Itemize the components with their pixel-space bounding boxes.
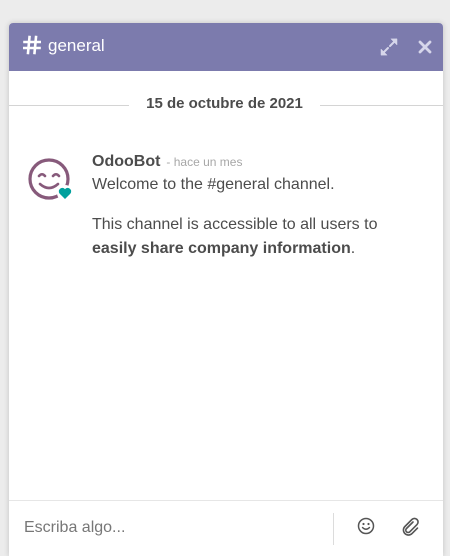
message-paragraph: This channel is accessible to all users … bbox=[92, 213, 422, 261]
message-time: - hace un mes bbox=[166, 155, 243, 169]
separator-line-left bbox=[9, 105, 129, 106]
message-composer bbox=[9, 500, 443, 556]
expand-icon[interactable] bbox=[379, 37, 399, 57]
composer-divider bbox=[333, 513, 334, 545]
message-paragraph: Welcome to the #general channel. bbox=[92, 176, 335, 193]
odoobot-avatar[interactable] bbox=[27, 155, 77, 205]
close-icon[interactable] bbox=[417, 39, 433, 55]
message-text-end: . bbox=[350, 240, 356, 257]
chat-header[interactable]: general bbox=[9, 23, 443, 71]
channel-title: general bbox=[48, 36, 105, 55]
paperclip-icon[interactable] bbox=[402, 517, 420, 537]
emoji-icon[interactable] bbox=[357, 517, 375, 535]
chat-window: general 15 de octubre de 2021 OdooBot - … bbox=[9, 23, 443, 556]
date-separator: 15 de octubre de 2021 bbox=[9, 94, 443, 116]
message-body: OdooBot - hace un mes Welcome to the #gen… bbox=[92, 151, 422, 261]
hash-icon bbox=[23, 35, 41, 55]
date-label: 15 de octubre de 2021 bbox=[146, 95, 303, 112]
message-content: Welcome to the #general channel. This ch… bbox=[92, 173, 422, 261]
message-header: OdooBot - hace un mes bbox=[92, 151, 422, 171]
separator-line-right bbox=[320, 105, 443, 106]
message-input[interactable] bbox=[9, 501, 332, 555]
message-author[interactable]: OdooBot bbox=[92, 153, 160, 170]
message-bold-text: easily share company information bbox=[92, 240, 351, 257]
message-text: This channel is accessible to all users … bbox=[92, 216, 378, 233]
